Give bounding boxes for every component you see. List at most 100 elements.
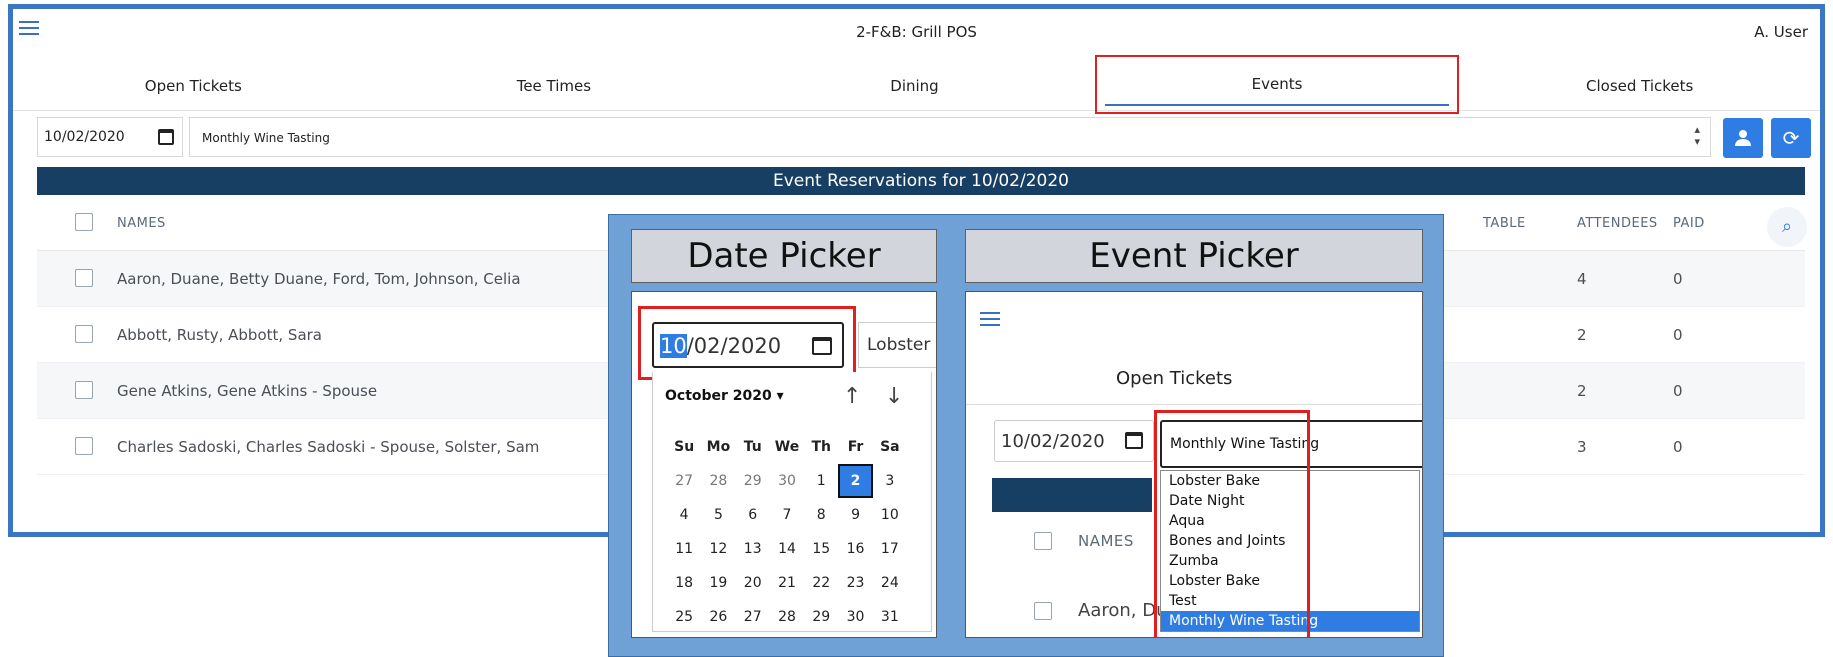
calendar-day[interactable]: 29 xyxy=(736,464,770,498)
calendar-dow: We xyxy=(774,439,800,455)
filter-bar: 10/02/2020 Monthly Wine Tasting ▴ ▾ ⟳ xyxy=(37,117,1811,158)
partial-event-select[interactable]: Lobster B xyxy=(858,322,936,368)
person-icon xyxy=(1735,130,1751,146)
refresh-icon: ⟳ xyxy=(1782,126,1800,150)
calendar-day[interactable]: 10 xyxy=(873,498,907,532)
calendar-day[interactable]: 14 xyxy=(770,532,804,566)
header-paid: PAID xyxy=(1673,216,1705,231)
calendar-dow: Tu xyxy=(743,439,762,455)
calendar-day[interactable]: 13 xyxy=(736,532,770,566)
calendar-day[interactable]: 8 xyxy=(804,498,838,532)
calendar-grid: Su Mo Tu We Th Fr Sa 27 28 29 30 1 2 3 4 5 6 7 8 9 10 11 12 13 1… xyxy=(667,430,907,634)
calendar-day[interactable]: 6 xyxy=(736,498,770,532)
calendar-day[interactable]: 29 xyxy=(804,600,838,634)
calendar-day[interactable]: 12 xyxy=(701,532,735,566)
date-input[interactable]: 10/02/2020 xyxy=(37,117,183,157)
refresh-button[interactable]: ⟳ xyxy=(1771,118,1811,158)
calendar-popup: October 2020 ▾ ↑ ↓ Su Mo Tu We Th Fr Sa 27 28 29 3… xyxy=(652,372,932,632)
tab-bar: Open Tickets Tee Times Dining Events Clo… xyxy=(13,55,1820,114)
calendar-day[interactable]: 28 xyxy=(701,464,735,498)
row-attendees: 2 xyxy=(1577,326,1587,344)
mini-date-value: 10/02/2020 xyxy=(1001,431,1105,452)
row-checkbox[interactable] xyxy=(75,381,93,399)
reservations-banner: Event Reservations for 10/02/2020 xyxy=(37,167,1805,195)
calendar-day[interactable]: 26 xyxy=(701,600,735,634)
row-checkbox[interactable] xyxy=(75,325,93,343)
app-title: 2-F&B: Grill POS xyxy=(856,23,977,41)
calendar-day[interactable]: 27 xyxy=(736,600,770,634)
calendar-day[interactable]: 28 xyxy=(770,600,804,634)
calendar-dow: Mo xyxy=(706,439,731,455)
header-names: NAMES xyxy=(117,216,166,231)
calendar-day[interactable]: 2 xyxy=(838,464,873,498)
event-highlight-box xyxy=(1154,410,1310,637)
select-all-checkbox[interactable] xyxy=(75,213,93,231)
date-picker-title: Date Picker xyxy=(631,229,937,283)
calendar-day[interactable]: 5 xyxy=(701,498,735,532)
calendar-dow: Sa xyxy=(880,439,900,455)
user-name[interactable]: A. User xyxy=(1754,23,1808,41)
top-bar: 2-F&B: Grill POS A. User xyxy=(13,9,1820,55)
row-checkbox[interactable] xyxy=(75,437,93,455)
event-select[interactable]: Monthly Wine Tasting ▴ ▾ xyxy=(189,117,1711,157)
calendar-day[interactable]: 15 xyxy=(804,532,838,566)
mini-tab-open-tickets[interactable]: Open Tickets xyxy=(1116,368,1232,389)
calendar-day[interactable]: 9 xyxy=(838,498,872,532)
calendar-day[interactable]: 11 xyxy=(667,532,701,566)
row-attendees: 4 xyxy=(1577,270,1587,288)
calendar-day[interactable]: 1 xyxy=(804,464,838,498)
calendar-day[interactable]: 3 xyxy=(873,464,907,498)
calendar-day[interactable]: 24 xyxy=(873,566,907,600)
row-attendees: 3 xyxy=(1577,438,1587,456)
tab-tee-times[interactable]: Tee Times xyxy=(374,59,735,110)
mini-date-input[interactable]: 10/02/2020 xyxy=(994,420,1154,462)
mini-checkbox[interactable] xyxy=(1034,602,1052,620)
calendar-icon[interactable] xyxy=(158,129,174,145)
row-names: Abbott, Rusty, Abbott, Sara xyxy=(117,326,322,344)
row-attendees: 2 xyxy=(1577,382,1587,400)
add-person-button[interactable] xyxy=(1723,118,1763,158)
calendar-dow: Th xyxy=(811,439,832,455)
row-names: Gene Atkins, Gene Atkins - Spouse xyxy=(117,382,378,400)
arrow-up-icon[interactable]: ↑ xyxy=(843,384,861,409)
calendar-day[interactable]: 21 xyxy=(770,566,804,600)
calendar-month[interactable]: October 2020 ▾ xyxy=(665,388,784,404)
event-select-value: Monthly Wine Tasting xyxy=(202,131,330,145)
calendar-day[interactable]: 22 xyxy=(804,566,838,600)
picker-callout: Date Picker Event Picker 10/02/2020 Lobs… xyxy=(608,214,1444,657)
tab-dining[interactable]: Dining xyxy=(734,59,1095,110)
calendar-day[interactable]: 27 xyxy=(667,464,701,498)
tab-closed-tickets[interactable]: Closed Tickets xyxy=(1459,59,1820,110)
menu-icon[interactable] xyxy=(980,312,1000,328)
calendar-day[interactable]: 4 xyxy=(667,498,701,532)
calendar-day[interactable]: 30 xyxy=(838,600,872,634)
calendar-icon[interactable] xyxy=(1125,432,1143,449)
calendar-dow: Su xyxy=(674,439,695,455)
arrow-down-icon[interactable]: ↓ xyxy=(885,384,903,409)
row-paid: 0 xyxy=(1673,382,1683,400)
event-picker-panel: Open Tickets 10/02/2020 Monthly Wine Tas… xyxy=(965,291,1423,638)
calendar-day[interactable]: 23 xyxy=(838,566,872,600)
mini-checkbox[interactable] xyxy=(1034,532,1052,550)
header-attendees: ATTENDEES xyxy=(1577,216,1658,231)
calendar-day[interactable]: 30 xyxy=(770,464,804,498)
row-paid: 0 xyxy=(1673,438,1683,456)
calendar-day[interactable]: 7 xyxy=(770,498,804,532)
tab-events[interactable]: Events xyxy=(1094,55,1460,114)
header-table: TABLE xyxy=(1483,216,1526,231)
select-arrows-icon: ▴ ▾ xyxy=(1694,123,1700,148)
calendar-day[interactable]: 31 xyxy=(873,600,907,634)
row-paid: 0 xyxy=(1673,326,1683,344)
calendar-day[interactable]: 18 xyxy=(667,566,701,600)
row-checkbox[interactable] xyxy=(75,269,93,287)
search-button[interactable]: ⌕ xyxy=(1767,207,1807,247)
search-icon: ⌕ xyxy=(1781,216,1793,237)
mini-banner xyxy=(992,478,1152,512)
calendar-day[interactable]: 17 xyxy=(873,532,907,566)
calendar-day[interactable]: 25 xyxy=(667,600,701,634)
calendar-day[interactable]: 20 xyxy=(736,566,770,600)
calendar-day[interactable]: 19 xyxy=(701,566,735,600)
calendar-day[interactable]: 16 xyxy=(838,532,872,566)
tab-open-tickets[interactable]: Open Tickets xyxy=(13,59,374,110)
mini-header-names: NAMES xyxy=(1078,532,1134,550)
